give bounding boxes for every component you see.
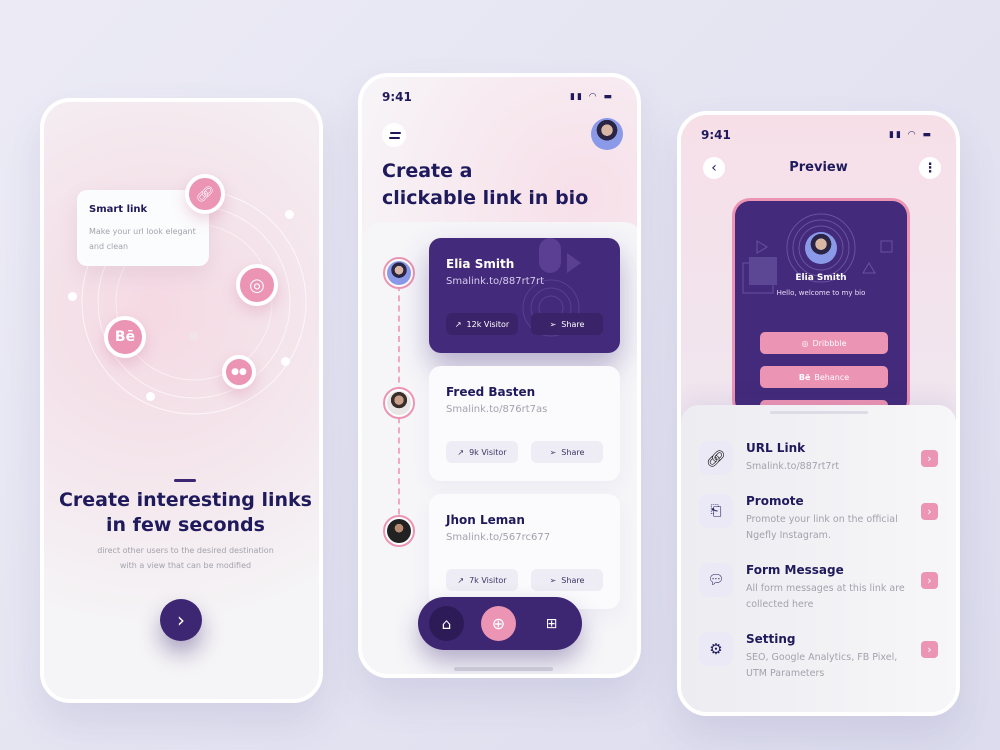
behance-button[interactable]: Bē Behance: [760, 366, 888, 388]
dribbble-icon[interactable]: ◎: [236, 264, 278, 306]
chat-icon: 💬︎: [699, 563, 733, 597]
smart-link-desc: Make your url look elegant and clean: [89, 227, 196, 251]
page-title: Create a clickable link in bio: [382, 160, 589, 209]
card-url[interactable]: Smalink.to/887rt7rt: [446, 276, 544, 287]
share-button[interactable]: ➢ Share: [531, 313, 603, 335]
visitor-chip: ↗ 9k Visitor: [446, 441, 518, 463]
share-button[interactable]: ➢ Share: [531, 569, 603, 591]
avatar: [805, 232, 837, 264]
avatar: [383, 257, 415, 289]
status-icons: ▮▮ ◠ ▬: [889, 130, 933, 140]
links-screen: 9:41 ▮▮ ◠ ▬ Create a clickable link in b…: [358, 73, 641, 678]
dribbble-button[interactable]: ◎ Dribbble: [760, 332, 888, 354]
dribbble-icon: ◎: [801, 338, 809, 348]
chart-icon: ↗: [457, 575, 465, 585]
link-icon[interactable]: 🔗︎: [185, 174, 225, 214]
card-name: Freed Basten: [446, 385, 536, 399]
avatar[interactable]: [591, 118, 623, 150]
bottom-nav: ⌂ ⊕ ⊞: [418, 597, 582, 650]
onboarding-screen: Smart link Make your url look elegant an…: [40, 98, 323, 703]
grid-icon[interactable]: ⊞: [534, 606, 569, 641]
page-indicator: [174, 479, 196, 482]
visitor-chip: ↗ 12k Visitor: [446, 313, 518, 335]
card-url[interactable]: Smalink.to/876rt7as: [446, 404, 547, 415]
chevron-right-icon[interactable]: ›: [921, 641, 938, 658]
card-name: Jhon Leman: [446, 513, 525, 527]
ticket-icon: ⎗: [699, 494, 733, 528]
preview-screen: 9:41 ▮▮ ◠ ▬ ‹ Preview ⋮ Elia Smith Hello…: [677, 111, 960, 716]
link-icon: 🔗︎: [699, 441, 733, 475]
gear-icon: ⚙: [699, 632, 733, 666]
status-icons: ▮▮ ◠ ▬: [570, 92, 614, 102]
link-card[interactable]: Elia Smith Smalink.to/887rt7rt ↗ 12k Visi…: [429, 238, 620, 353]
home-indicator: [454, 667, 553, 671]
share-button[interactable]: ➢ Share: [531, 441, 603, 463]
avatar: [383, 387, 415, 419]
onboarding-subtitle: direct other users to the desired destin…: [97, 546, 274, 570]
options-sheet: 🔗︎ URL Link Smalink.to/887rt7rt › ⎗ Prom…: [681, 405, 956, 712]
link-card[interactable]: Freed Basten Smalink.to/876rt7as ↗ 9k Vis…: [429, 366, 620, 481]
behance-icon[interactable]: Bē: [104, 316, 146, 358]
preview-name: Elia Smith: [795, 273, 847, 283]
send-icon: ➢: [549, 319, 557, 329]
menu-icon: [389, 131, 401, 134]
next-button[interactable]: ›: [160, 599, 202, 641]
status-time: 9:41: [382, 90, 412, 104]
plus-icon[interactable]: ⊕: [481, 606, 516, 641]
onboarding-title: Create interesting links in few seconds: [58, 489, 312, 536]
status-time: 9:41: [701, 128, 731, 142]
chevron-right-icon[interactable]: ›: [921, 503, 938, 520]
screen-title: Preview: [789, 160, 848, 175]
bio-preview: Elia Smith Hello, welcome to my bio ◎ Dri…: [732, 198, 910, 418]
card-name: Elia Smith: [446, 257, 515, 271]
smart-link-title: Smart link: [89, 204, 148, 215]
visitor-chip: ↗ 7k Visitor: [446, 569, 518, 591]
chevron-right-icon[interactable]: ›: [921, 450, 938, 467]
home-icon[interactable]: ⌂: [429, 606, 464, 641]
send-icon: ➢: [549, 447, 557, 457]
flickr-icon[interactable]: ●●: [222, 355, 256, 389]
chart-icon: ↗: [454, 319, 462, 329]
card-url[interactable]: Smalink.to/567rc677: [446, 532, 550, 543]
sheet-handle[interactable]: [770, 411, 868, 414]
menu-button[interactable]: [382, 123, 406, 147]
behance-icon: Bē: [798, 372, 811, 382]
link-card[interactable]: Jhon Leman Smalink.to/567rc677 ↗ 7k Visit…: [429, 494, 620, 609]
more-button[interactable]: ⋮: [919, 157, 941, 179]
orbit-rings: [81, 189, 307, 415]
chevron-right-icon[interactable]: ›: [921, 572, 938, 589]
send-icon: ➢: [549, 575, 557, 585]
chart-icon: ↗: [457, 447, 465, 457]
avatar: [383, 515, 415, 547]
preview-bio: Hello, welcome to my bio: [776, 289, 866, 297]
